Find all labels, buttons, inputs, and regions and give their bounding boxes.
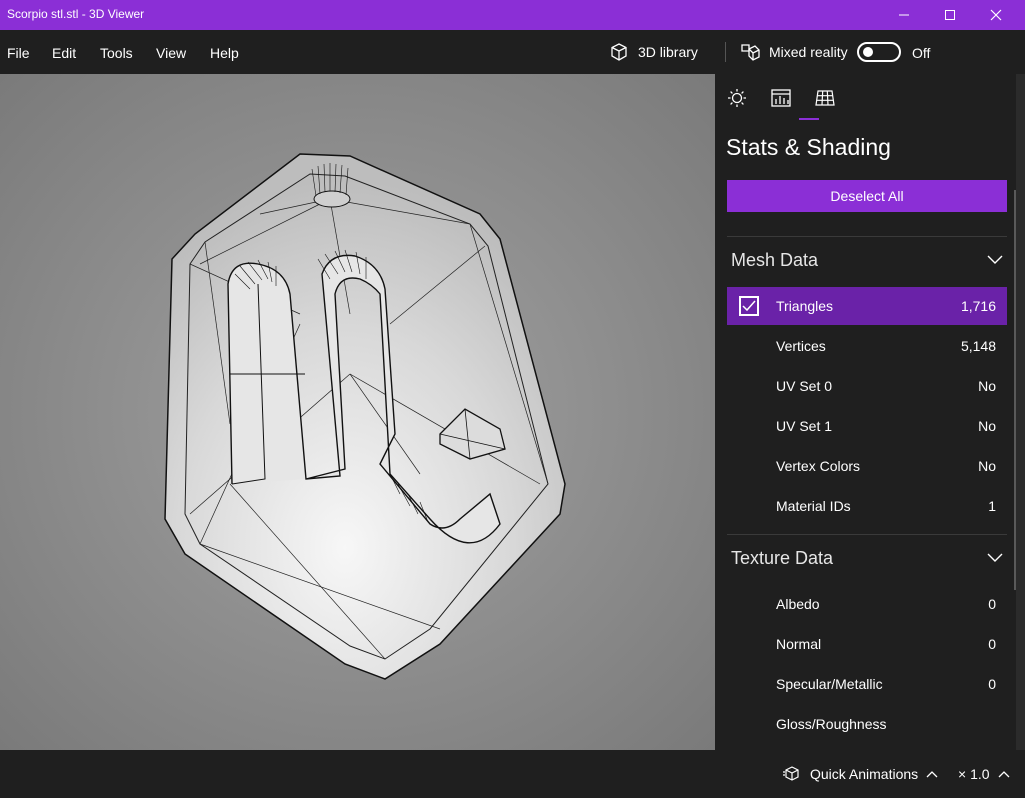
row-value: 5,148 bbox=[960, 338, 996, 354]
deselect-all-button[interactable]: Deselect All bbox=[727, 180, 1007, 212]
animation-speed-button[interactable]: × 1.0 bbox=[958, 766, 1010, 782]
row-value: 1,716 bbox=[960, 298, 996, 314]
title-bar: Scorpio stl.stl - 3D Viewer bbox=[0, 0, 1025, 30]
3d-library-button[interactable]: 3D library bbox=[609, 41, 698, 63]
speed-label: × 1.0 bbox=[958, 766, 990, 782]
row-value: 0 bbox=[988, 676, 996, 692]
chevron-up-icon bbox=[926, 771, 938, 778]
minimize-button[interactable] bbox=[881, 0, 927, 30]
menu-edit[interactable]: Edit bbox=[52, 45, 76, 61]
mixed-reality-toggle[interactable] bbox=[857, 42, 901, 62]
panel-right-edge bbox=[1016, 74, 1025, 750]
mesh-row-vertex-colors[interactable]: Vertex Colors No bbox=[727, 447, 1007, 485]
tab-grid[interactable] bbox=[813, 86, 837, 110]
chevron-down-icon bbox=[987, 255, 1003, 264]
triangles-checkbox[interactable] bbox=[739, 296, 759, 316]
close-button[interactable] bbox=[973, 0, 1019, 30]
mesh-row-uv-set-0[interactable]: UV Set 0 No bbox=[727, 367, 1007, 405]
scorpio-model bbox=[164, 153, 566, 680]
row-label: Gloss/Roughness bbox=[776, 716, 887, 732]
mixed-reality-state: Off bbox=[912, 45, 931, 61]
chevron-down-icon bbox=[987, 553, 1003, 562]
tab-stats[interactable] bbox=[769, 86, 793, 110]
row-label: Triangles bbox=[776, 298, 834, 314]
texture-data-header[interactable]: Texture Data bbox=[727, 540, 1007, 576]
panel-title: Stats & Shading bbox=[726, 134, 891, 160]
quick-animations-label: Quick Animations bbox=[810, 766, 919, 782]
maximize-icon bbox=[945, 10, 955, 20]
panel-scrollbar[interactable] bbox=[1014, 190, 1016, 590]
row-label: UV Set 1 bbox=[776, 418, 833, 434]
row-label: UV Set 0 bbox=[776, 378, 833, 394]
texture-row-normal[interactable]: Normal 0 bbox=[727, 625, 1007, 663]
maximize-button[interactable] bbox=[927, 0, 973, 30]
toolbar-divider bbox=[725, 42, 726, 62]
menu-view[interactable]: View bbox=[156, 45, 186, 61]
toggle-knob bbox=[863, 47, 873, 57]
row-value: No bbox=[978, 418, 996, 434]
animation-cube-icon bbox=[783, 766, 799, 781]
mesh-row-uv-set-1[interactable]: UV Set 1 No bbox=[727, 407, 1007, 445]
sun-icon bbox=[728, 89, 746, 107]
row-value: No bbox=[978, 378, 996, 394]
mesh-row-vertices[interactable]: Vertices 5,148 bbox=[727, 327, 1007, 365]
row-value: 1 bbox=[988, 498, 996, 514]
mesh-row-material-ids[interactable]: Material IDs 1 bbox=[727, 487, 1007, 525]
menu-help[interactable]: Help bbox=[210, 45, 239, 61]
menu-file[interactable]: File bbox=[7, 45, 30, 61]
stats-icon bbox=[771, 89, 791, 107]
close-icon bbox=[990, 9, 1002, 21]
divider bbox=[727, 534, 1007, 535]
tab-lighting[interactable] bbox=[725, 86, 749, 110]
chevron-up-icon bbox=[998, 771, 1009, 778]
quick-animations-button[interactable]: Quick Animations bbox=[782, 765, 938, 783]
menu-tools[interactable]: Tools bbox=[100, 45, 133, 61]
checkmark-icon bbox=[742, 300, 756, 312]
row-label: Material IDs bbox=[776, 498, 851, 514]
row-label: Specular/Metallic bbox=[776, 676, 883, 692]
active-tab-indicator bbox=[799, 118, 819, 120]
mesh-data-label: Mesh Data bbox=[731, 249, 819, 270]
minimize-icon bbox=[899, 14, 909, 16]
row-value: 0 bbox=[988, 596, 996, 612]
grid-icon bbox=[815, 90, 835, 106]
3d-library-label: 3D library bbox=[638, 44, 698, 60]
status-bar: Quick Animations × 1.0 bbox=[0, 750, 1025, 798]
mixed-reality-button[interactable]: Mixed reality bbox=[740, 41, 848, 63]
3d-viewport[interactable] bbox=[0, 74, 715, 750]
row-label: Vertex Colors bbox=[776, 458, 861, 474]
texture-row-albedo[interactable]: Albedo 0 bbox=[727, 585, 1007, 623]
window-title: Scorpio stl.stl - 3D Viewer bbox=[7, 7, 145, 21]
divider bbox=[727, 236, 1007, 237]
mixed-reality-label: Mixed reality bbox=[769, 44, 848, 60]
row-label: Vertices bbox=[776, 338, 826, 354]
mesh-data-header[interactable]: Mesh Data bbox=[727, 242, 1007, 278]
menu-bar: File Edit Tools View Help 3D library Mix… bbox=[0, 30, 1025, 74]
mesh-row-triangles[interactable]: Triangles 1,716 bbox=[727, 287, 1007, 325]
cube-icon bbox=[611, 43, 627, 61]
row-value: No bbox=[978, 458, 996, 474]
texture-data-label: Texture Data bbox=[731, 547, 834, 568]
texture-row-gloss-roughness[interactable]: Gloss/Roughness bbox=[727, 705, 1007, 743]
row-label: Normal bbox=[776, 636, 822, 652]
stats-panel: Stats & Shading Deselect All Mesh Data T… bbox=[715, 74, 1016, 750]
mixed-reality-icon bbox=[741, 44, 760, 61]
texture-row-specular-metallic[interactable]: Specular/Metallic 0 bbox=[727, 665, 1007, 703]
row-value: 0 bbox=[988, 636, 996, 652]
row-label: Albedo bbox=[776, 596, 820, 612]
